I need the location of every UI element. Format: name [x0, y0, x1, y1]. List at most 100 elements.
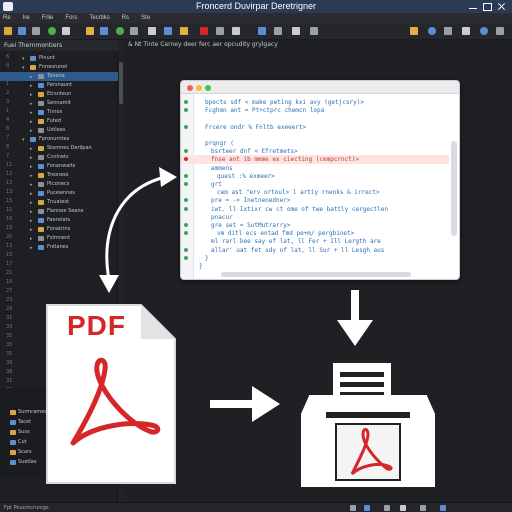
chevron-down-icon[interactable]: ▾: [22, 65, 25, 71]
breakpoint-icon[interactable]: [184, 182, 188, 186]
tree-item[interactable]: ▾ Plnunt: [0, 54, 118, 63]
chevron-right-icon[interactable]: ▸: [30, 245, 33, 251]
tree-item[interactable]: ▾ Fnnesrunet: [0, 63, 118, 72]
close-dot-icon[interactable]: [187, 85, 193, 91]
run-icon[interactable]: [116, 27, 124, 35]
branch-icon[interactable]: [364, 505, 370, 511]
tree-item[interactable]: ▸ Etrsnteun: [0, 90, 118, 99]
outline-item[interactable]: Surmrames: [0, 408, 47, 417]
breakpoint-icon[interactable]: [184, 255, 188, 260]
outline-item[interactable]: Suetlas: [0, 458, 46, 467]
tree-item[interactable]: ▸ Stenmes Derilpan: [0, 144, 118, 153]
chevron-right-icon[interactable]: ▸: [30, 83, 33, 89]
menu-item[interactable]: Rs: [122, 13, 129, 23]
bug-icon[interactable]: [62, 27, 70, 35]
tree-item[interactable]: ▸ Sennamit: [0, 99, 118, 108]
chevron-right-icon[interactable]: ▸: [30, 155, 33, 161]
tree-item[interactable]: ▸ Ccnlnets: [0, 153, 118, 162]
globe-icon[interactable]: [480, 27, 488, 35]
tree-item[interactable]: ▸ Tnnos: [0, 108, 118, 117]
chevron-right-icon[interactable]: ▸: [30, 146, 33, 152]
tree-item[interactable]: ▸ Futed: [0, 117, 118, 126]
grid-icon[interactable]: [496, 27, 504, 35]
menu-item[interactable]: Ste: [141, 13, 150, 23]
chevron-right-icon[interactable]: ▸: [30, 227, 33, 233]
user-icon[interactable]: [428, 27, 436, 35]
chevron-right-icon[interactable]: ▸: [30, 191, 33, 197]
minimize-icon[interactable]: [468, 2, 478, 11]
chevron-right-icon[interactable]: ▸: [30, 236, 33, 242]
chevron-right-icon[interactable]: ▸: [30, 74, 33, 80]
chevron-right-icon[interactable]: ▸: [30, 119, 33, 125]
code-scrollbar-horizontal[interactable]: [221, 272, 411, 277]
menu-item[interactable]: Tecrtiks: [89, 13, 109, 23]
breakpoint-icon[interactable]: [184, 157, 188, 162]
pdf-icon[interactable]: [200, 27, 208, 35]
breakpoint-icon[interactable]: [184, 247, 188, 252]
chevron-down-icon[interactable]: ▾: [22, 56, 25, 62]
tree-item[interactable]: ▾ Fpronurntes: [0, 135, 118, 144]
breakpoint-icon[interactable]: [184, 223, 188, 227]
pin-icon[interactable]: [274, 27, 282, 35]
chevron-right-icon[interactable]: ▸: [30, 200, 33, 206]
save-icon[interactable]: [18, 27, 26, 35]
lock-icon[interactable]: [410, 27, 418, 35]
breakpoint-icon[interactable]: [184, 173, 188, 178]
breakpoint-icon[interactable]: [184, 108, 188, 113]
chevron-right-icon[interactable]: ▸: [30, 218, 33, 224]
layout-icon[interactable]: [164, 27, 172, 35]
warning-icon[interactable]: [384, 505, 390, 511]
window-icon[interactable]: [258, 27, 266, 35]
minimize-dot-icon[interactable]: [196, 85, 202, 91]
encoding-icon[interactable]: [400, 505, 406, 511]
search-icon[interactable]: [100, 27, 108, 35]
menu-item[interactable]: Fors: [65, 13, 77, 23]
list-icon[interactable]: [232, 27, 240, 35]
breakpoint-icon[interactable]: [184, 206, 188, 211]
breakpoint-icon[interactable]: [184, 124, 188, 129]
tree-item[interactable]: ▸ Tonena: [0, 72, 118, 81]
maximize-icon[interactable]: [482, 2, 492, 11]
folder-open-icon[interactable]: [180, 27, 188, 35]
chevron-right-icon[interactable]: ▸: [30, 128, 33, 134]
feedback-icon[interactable]: [440, 505, 446, 511]
sync-icon[interactable]: [350, 505, 356, 511]
tree-item[interactable]: ▸ Ustlees: [0, 126, 118, 135]
menu-item[interactable]: Ire: [23, 13, 30, 23]
maximize-dot-icon[interactable]: [205, 85, 211, 91]
menu-item[interactable]: Re: [3, 13, 11, 23]
settings-icon[interactable]: [310, 27, 318, 35]
project-scrollbar[interactable]: [119, 62, 123, 104]
tree-item[interactable]: ▸ Persnaunt: [0, 81, 118, 90]
step-icon[interactable]: [148, 27, 156, 35]
breakpoint-icon[interactable]: [184, 231, 188, 236]
outline-item[interactable]: Suss: [0, 428, 46, 437]
breakpoint-icon[interactable]: [184, 149, 188, 154]
stop-icon[interactable]: [130, 27, 138, 35]
copy-icon[interactable]: [32, 27, 40, 35]
outline-item[interactable]: Tacet: [0, 418, 46, 427]
notification-icon[interactable]: [420, 505, 426, 511]
chevron-right-icon[interactable]: ▸: [30, 110, 33, 116]
chevron-right-icon[interactable]: ▸: [30, 173, 33, 179]
chevron-down-icon[interactable]: ▾: [22, 137, 25, 143]
bulb-icon[interactable]: [86, 27, 94, 35]
chevron-right-icon[interactable]: ▸: [30, 209, 33, 215]
play-icon[interactable]: [48, 27, 56, 35]
breakpoint-icon[interactable]: [184, 100, 188, 104]
outline-item[interactable]: Scars: [0, 448, 46, 457]
info-icon[interactable]: [444, 27, 452, 35]
breakpoint-icon[interactable]: [184, 198, 188, 203]
chevron-right-icon[interactable]: ▸: [30, 164, 33, 170]
menu-item[interactable]: Frile: [42, 13, 54, 23]
help-icon[interactable]: [462, 27, 470, 35]
chevron-right-icon[interactable]: ▸: [30, 182, 33, 188]
chevron-right-icon[interactable]: ▸: [30, 92, 33, 98]
edit-icon[interactable]: [292, 27, 300, 35]
chevron-right-icon[interactable]: ▸: [30, 101, 33, 107]
close-icon[interactable]: [497, 2, 507, 11]
tools-icon[interactable]: [216, 27, 224, 35]
folder-icon[interactable]: [4, 27, 12, 35]
outline-item[interactable]: Cut: [0, 438, 46, 447]
code-scrollbar-vertical[interactable]: [451, 141, 457, 236]
